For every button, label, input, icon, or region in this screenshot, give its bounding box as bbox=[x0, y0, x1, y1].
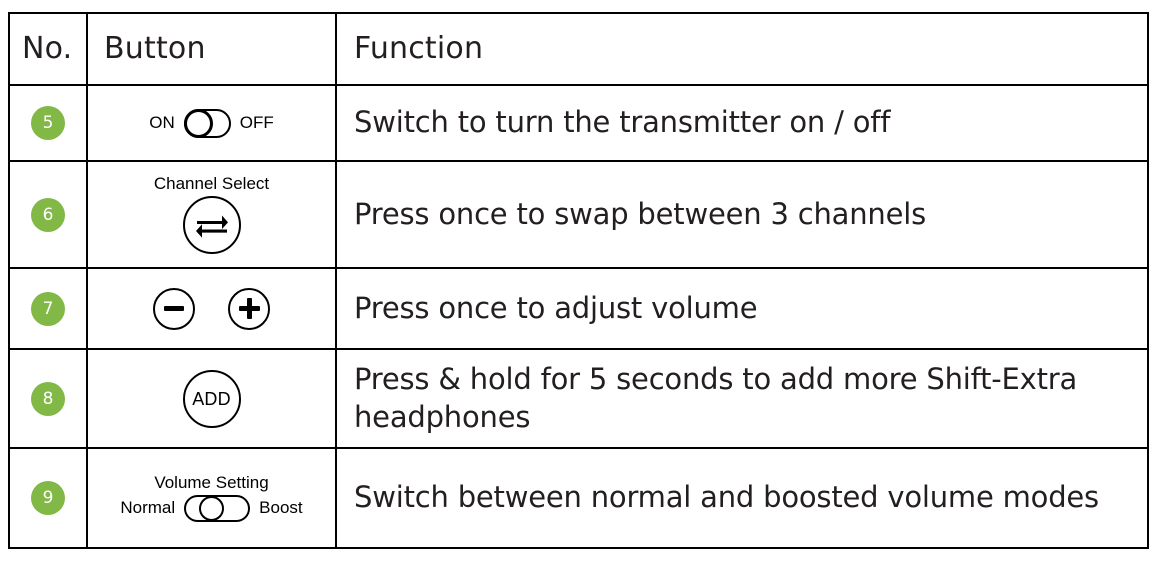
number-badge: 9 bbox=[31, 481, 65, 515]
toggle-label-on: ON bbox=[149, 113, 175, 132]
table-row: 9 Volume Setting Normal Boost Switch bet… bbox=[8, 447, 1149, 549]
swap-arrows-icon bbox=[195, 215, 228, 238]
channel-select-button[interactable]: Channel Select bbox=[88, 174, 335, 254]
volume-setting-caption: Volume Setting bbox=[154, 473, 269, 493]
function-text: Switch to turn the transmitter on / off bbox=[354, 105, 891, 140]
row-number-cell: 7 bbox=[8, 267, 88, 350]
toggle-pill-icon[interactable] bbox=[184, 494, 251, 522]
function-cell: Press once to adjust volume bbox=[335, 267, 1149, 350]
function-cell: Switch between normal and boosted volume… bbox=[335, 447, 1149, 549]
toggle-knob-icon bbox=[199, 495, 225, 521]
number-badge: 7 bbox=[31, 291, 65, 326]
number-badge: 5 bbox=[31, 106, 65, 140]
toggle-assembly[interactable]: Normal Boost bbox=[120, 494, 303, 522]
spec-table-page: No. Button Function 5 ON OFF Switch to t… bbox=[0, 0, 1155, 572]
channel-select-circle[interactable] bbox=[182, 195, 241, 254]
toggle-label-off: OFF bbox=[239, 113, 274, 132]
row-number-cell: 9 bbox=[8, 447, 88, 549]
row-number-cell: 6 bbox=[8, 160, 88, 269]
header-label-button: Button bbox=[104, 31, 206, 66]
button-cell: ADD bbox=[86, 348, 337, 449]
add-button-wrap: ADD bbox=[88, 369, 335, 428]
number-badge: 8 bbox=[31, 381, 65, 416]
table-row: 6 Channel Select Press once to swap betw… bbox=[8, 160, 1149, 269]
toggle-pill-icon[interactable] bbox=[183, 108, 231, 138]
number-badge: 6 bbox=[31, 197, 65, 232]
toggle-assembly[interactable]: ON OFF bbox=[149, 108, 274, 138]
header-cell-button: Button bbox=[86, 12, 337, 86]
volume-buttons bbox=[88, 287, 335, 330]
function-cell: Switch to turn the transmitter on / off bbox=[335, 84, 1149, 162]
plus-icon bbox=[238, 298, 260, 319]
header-label-function: Function bbox=[354, 31, 484, 66]
function-cell: Press once to swap between 3 channels bbox=[335, 160, 1149, 269]
header-cell-no: No. bbox=[8, 12, 88, 86]
minus-icon bbox=[164, 306, 184, 311]
add-button-label: ADD bbox=[192, 388, 231, 409]
function-text: Switch between normal and boosted volume… bbox=[354, 480, 1099, 515]
volume-setting-switch[interactable]: Volume Setting Normal Boost bbox=[88, 473, 335, 522]
toggle-label-normal: Normal bbox=[120, 498, 176, 518]
toggle-knob-icon bbox=[183, 108, 213, 138]
table-row: 8 ADD Press & hold for 5 seconds to add … bbox=[8, 348, 1149, 449]
button-cell bbox=[86, 267, 337, 350]
button-function-table: No. Button Function 5 ON OFF Switch to t… bbox=[8, 12, 1149, 549]
function-text: Press & hold for 5 seconds to add more S… bbox=[354, 362, 1078, 434]
button-cell: Channel Select bbox=[86, 160, 337, 269]
table-header-row: No. Button Function bbox=[8, 12, 1149, 86]
header-cell-function: Function bbox=[335, 12, 1149, 86]
button-cell: Volume Setting Normal Boost bbox=[86, 447, 337, 549]
function-text: Press once to swap between 3 channels bbox=[354, 196, 926, 231]
add-button[interactable]: ADD bbox=[182, 369, 241, 428]
table-row: 5 ON OFF Switch to turn the transmitter … bbox=[8, 84, 1149, 162]
toggle-label-boost: Boost bbox=[259, 498, 303, 518]
header-label-no: No. bbox=[22, 31, 73, 66]
function-cell: Press & hold for 5 seconds to add more S… bbox=[335, 348, 1149, 449]
on-off-switch[interactable]: ON OFF bbox=[88, 108, 335, 138]
button-cell: ON OFF bbox=[86, 84, 337, 162]
function-text: Press once to adjust volume bbox=[354, 290, 758, 325]
row-number-cell: 5 bbox=[8, 84, 88, 162]
table-row: 7 Press once to adjust volume bbox=[8, 267, 1149, 350]
channel-select-caption: Channel Select bbox=[153, 174, 270, 194]
volume-up-button[interactable] bbox=[228, 287, 270, 330]
volume-down-button[interactable] bbox=[153, 287, 195, 330]
row-number-cell: 8 bbox=[8, 348, 88, 449]
